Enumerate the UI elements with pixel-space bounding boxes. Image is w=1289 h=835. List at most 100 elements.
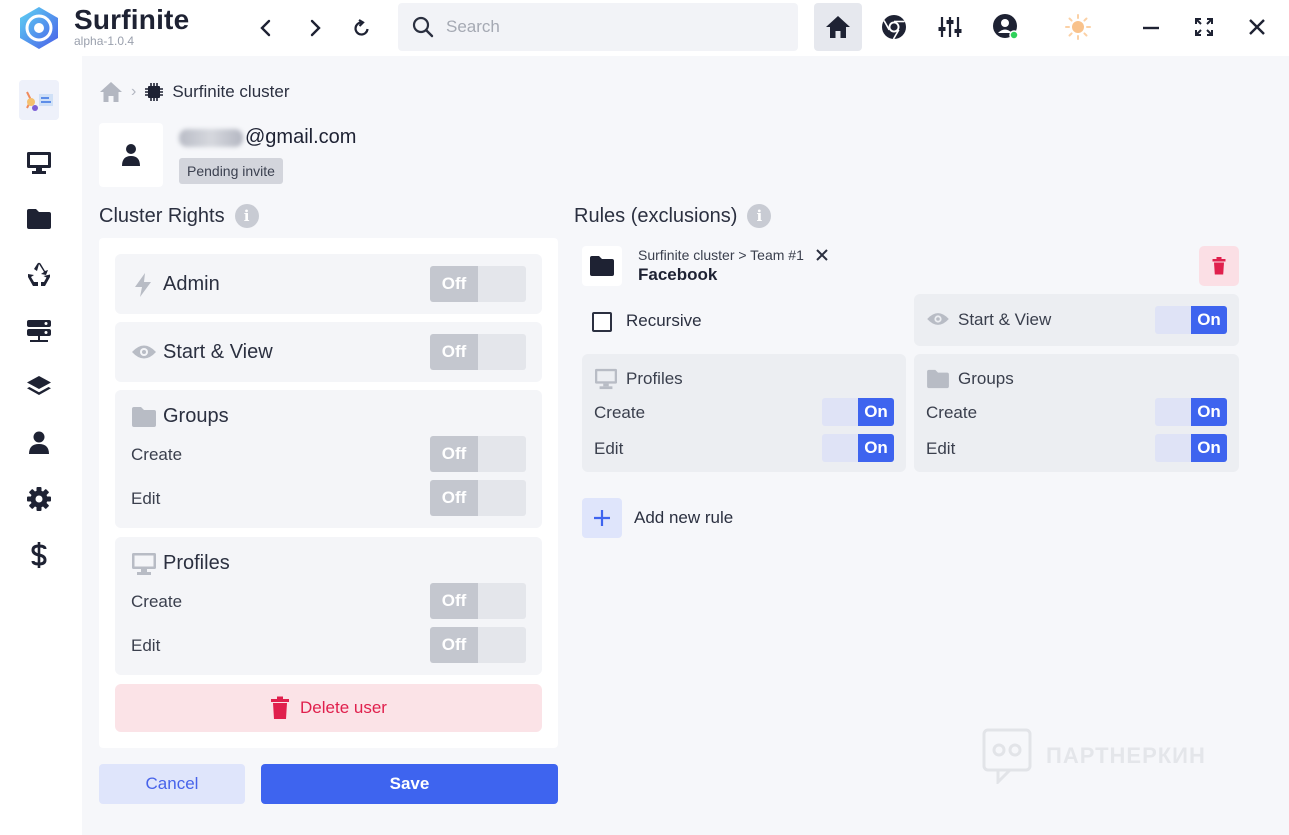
settings-sliders-button[interactable] bbox=[926, 3, 974, 51]
surfinite-logo-icon bbox=[14, 4, 64, 52]
chevron-right-icon bbox=[310, 19, 321, 37]
admin-label: Admin bbox=[163, 273, 220, 295]
user-email: @gmail.com bbox=[179, 126, 356, 149]
eye-icon bbox=[927, 313, 949, 325]
folder-icon bbox=[132, 407, 156, 427]
groups-create-label: Create bbox=[131, 445, 183, 464]
rule-groups-edit-label: Edit bbox=[926, 439, 956, 458]
save-button[interactable]: Save bbox=[261, 764, 558, 804]
profiles-create-label: Create bbox=[131, 592, 183, 611]
right-row-profiles: Profiles Create Off Edit Off bbox=[115, 537, 542, 675]
rule-start-view-toggle[interactable]: On bbox=[1155, 306, 1227, 334]
groups-label: Groups bbox=[163, 405, 229, 427]
home-button[interactable] bbox=[814, 3, 862, 51]
rule-groups-panel: Groups Create On Edit On bbox=[914, 354, 1239, 472]
sliders-icon bbox=[938, 17, 962, 37]
user-avatar bbox=[99, 123, 163, 187]
sidebar-item-layers[interactable] bbox=[19, 367, 59, 407]
breadcrumb-cluster[interactable]: Surfinite cluster bbox=[172, 82, 289, 102]
close-icon bbox=[1249, 19, 1265, 35]
admin-toggle[interactable]: Off bbox=[430, 266, 526, 302]
folder-icon bbox=[590, 256, 614, 276]
sidebar-item-profiles[interactable] bbox=[19, 143, 59, 183]
right-row-groups: Groups Create Off Edit Off bbox=[115, 390, 542, 528]
rule-groups-create-label: Create bbox=[926, 403, 978, 422]
monitor-icon bbox=[132, 553, 156, 575]
recursive-checkbox[interactable] bbox=[592, 312, 612, 332]
groups-edit-label: Edit bbox=[131, 489, 161, 508]
recycle-icon bbox=[28, 262, 50, 286]
delete-rule-button[interactable] bbox=[1199, 246, 1239, 286]
plus-icon bbox=[594, 510, 610, 526]
rule-profiles-edit-toggle[interactable]: On bbox=[822, 434, 894, 462]
rule-groups-create-toggle[interactable]: On bbox=[1155, 398, 1227, 426]
rule-path: Surfinite cluster > Team #1 bbox=[638, 247, 828, 263]
rule-folder-avatar bbox=[582, 246, 622, 286]
top-bar: Surfinite alpha-1.0.4 bbox=[0, 0, 1289, 56]
folder-icon bbox=[27, 209, 51, 229]
info-icon[interactable]: i bbox=[747, 204, 772, 228]
search-input[interactable] bbox=[446, 15, 776, 39]
workspace-thumbnail[interactable] bbox=[19, 80, 59, 120]
close-icon[interactable] bbox=[816, 249, 828, 261]
rules-title: Rules (exclusions) bbox=[574, 204, 738, 227]
account-button[interactable] bbox=[982, 3, 1030, 51]
rule-profiles-create-toggle[interactable]: On bbox=[822, 398, 894, 426]
main-content: › Surfinite cluster @gmail.com Pending i… bbox=[82, 56, 1289, 835]
lightning-icon bbox=[135, 273, 151, 297]
chevron-left-icon bbox=[260, 19, 271, 37]
rule-groups-edit-toggle[interactable]: On bbox=[1155, 434, 1227, 462]
right-row-admin: Admin Off bbox=[115, 254, 542, 314]
delete-user-label: Delete user bbox=[300, 698, 387, 717]
user-email-domain: @gmail.com bbox=[245, 126, 357, 148]
delete-user-button[interactable]: Delete user bbox=[115, 684, 542, 732]
sidebar-item-billing[interactable] bbox=[19, 535, 59, 575]
user-circle-icon bbox=[993, 14, 1019, 40]
monitor-icon bbox=[595, 368, 617, 390]
home-icon[interactable] bbox=[99, 81, 123, 103]
minimize-button[interactable] bbox=[1127, 3, 1175, 51]
profiles-create-toggle[interactable]: Off bbox=[430, 583, 526, 619]
minimize-icon bbox=[1143, 26, 1159, 30]
chip-icon bbox=[145, 83, 164, 101]
info-icon[interactable]: i bbox=[234, 204, 259, 228]
trash-icon bbox=[271, 696, 290, 719]
profiles-edit-toggle[interactable]: Off bbox=[430, 627, 526, 663]
rule-path-text: Surfinite cluster > Team #1 bbox=[638, 247, 804, 263]
sidebar-item-settings[interactable] bbox=[19, 479, 59, 519]
cancel-button[interactable]: Cancel bbox=[99, 764, 245, 804]
theme-toggle-button[interactable] bbox=[1054, 3, 1102, 51]
maximize-button[interactable] bbox=[1180, 3, 1228, 51]
watermark: ПАРТНЕРКИН bbox=[982, 728, 1206, 784]
start-view-toggle[interactable]: Off bbox=[430, 334, 526, 370]
rules-header: Rules (exclusions) i bbox=[574, 204, 772, 228]
forward-button[interactable] bbox=[299, 12, 331, 44]
app-version: alpha-1.0.4 bbox=[74, 34, 135, 48]
sidebar-item-recycle[interactable] bbox=[19, 255, 59, 295]
app-name: Surfinite bbox=[74, 4, 190, 35]
back-button[interactable] bbox=[250, 12, 282, 44]
close-window-button[interactable] bbox=[1233, 3, 1281, 51]
groups-create-toggle[interactable]: Off bbox=[430, 436, 526, 472]
add-rule-label[interactable]: Add new rule bbox=[634, 508, 733, 528]
groups-edit-toggle[interactable]: Off bbox=[430, 480, 526, 516]
trash-icon bbox=[1212, 257, 1226, 275]
status-badge: Pending invite bbox=[179, 158, 283, 184]
refresh-icon bbox=[354, 19, 369, 36]
sidebar-item-servers[interactable] bbox=[19, 311, 59, 351]
rule-start-view-panel: Start & View On bbox=[914, 294, 1239, 346]
cluster-rights-title: Cluster Rights bbox=[99, 204, 225, 227]
profiles-edit-label: Edit bbox=[131, 636, 161, 655]
sidebar-item-users[interactable] bbox=[19, 423, 59, 463]
sidebar-item-folders[interactable] bbox=[19, 199, 59, 239]
server-icon bbox=[27, 320, 51, 342]
breadcrumb-separator: › bbox=[131, 83, 137, 100]
cluster-rights-header: Cluster Rights i bbox=[99, 204, 259, 228]
recursive-label: Recursive bbox=[626, 311, 702, 330]
rule-profiles-panel: Profiles Create On Edit On bbox=[582, 354, 906, 472]
refresh-button[interactable] bbox=[346, 12, 378, 44]
add-rule-button[interactable] bbox=[582, 498, 622, 538]
cluster-rights-card: Admin Off Start & View Off Groups Create… bbox=[99, 238, 558, 748]
rule-profiles-create-label: Create bbox=[594, 403, 646, 422]
browser-button[interactable] bbox=[870, 3, 918, 51]
